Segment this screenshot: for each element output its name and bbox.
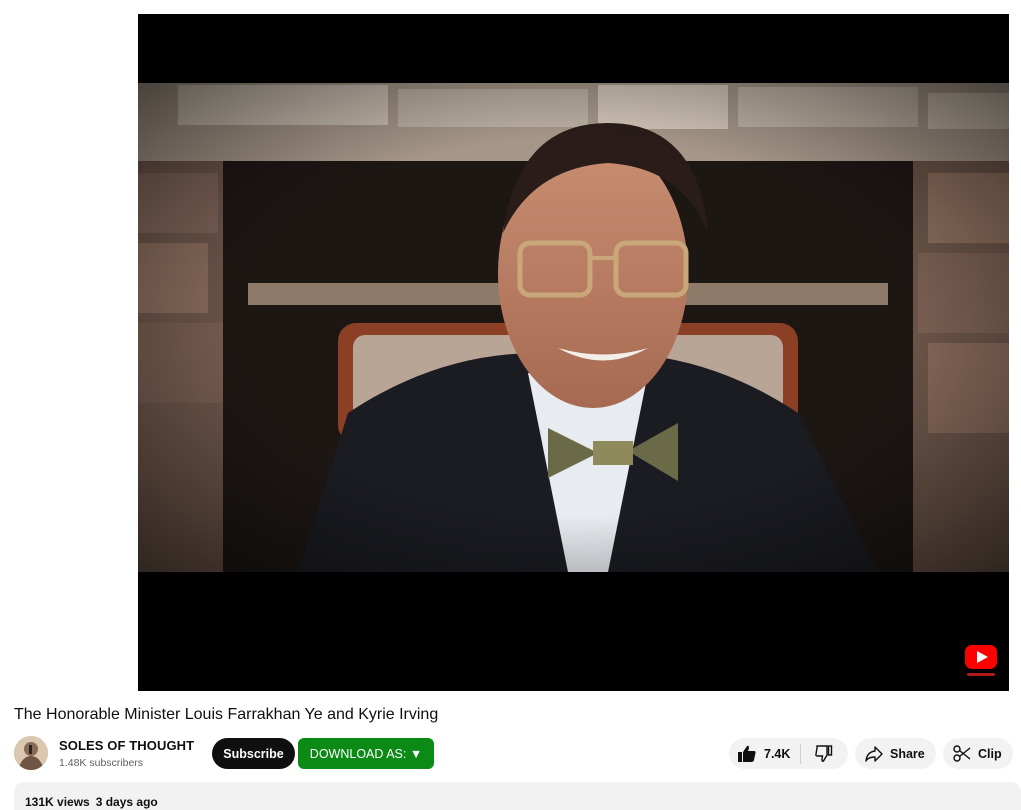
youtube-subscribe-icon[interactable] xyxy=(965,645,997,679)
view-count: 131K views xyxy=(25,795,90,809)
scissors-icon xyxy=(953,745,971,762)
thumbs-down-icon xyxy=(815,745,833,762)
description-box[interactable]: 131K views 3 days ago xyxy=(14,782,1021,810)
subscribe-button[interactable]: Subscribe xyxy=(212,738,295,769)
video-still-image xyxy=(138,83,1009,572)
download-as-button[interactable]: DOWNLOAD AS: ▼ xyxy=(298,738,434,769)
clip-button[interactable]: Clip xyxy=(943,738,1013,769)
dislike-button[interactable] xyxy=(801,738,847,769)
like-button[interactable]: 7.4K xyxy=(729,738,800,769)
subscriber-count: 1.48K subscribers xyxy=(59,757,144,769)
channel-avatar[interactable] xyxy=(14,736,48,770)
like-count: 7.4K xyxy=(764,746,791,761)
like-dislike-group: 7.4K xyxy=(729,738,848,769)
watch-page: The Honorable Minister Louis Farrakhan Y… xyxy=(0,0,1021,810)
channel-name[interactable]: SOLES OF THOUGHT xyxy=(59,738,194,753)
clip-label: Clip xyxy=(978,746,1002,761)
upload-date: 3 days ago xyxy=(95,795,158,809)
video-player[interactable] xyxy=(138,14,1009,691)
share-label: Share xyxy=(890,746,925,761)
share-button[interactable]: Share xyxy=(855,738,936,769)
share-arrow-icon xyxy=(865,745,883,762)
description-meta: 131K views 3 days ago xyxy=(25,795,158,809)
video-frame[interactable] xyxy=(138,83,1009,572)
thumbs-up-icon xyxy=(738,745,756,762)
video-title: The Honorable Minister Louis Farrakhan Y… xyxy=(14,706,439,723)
